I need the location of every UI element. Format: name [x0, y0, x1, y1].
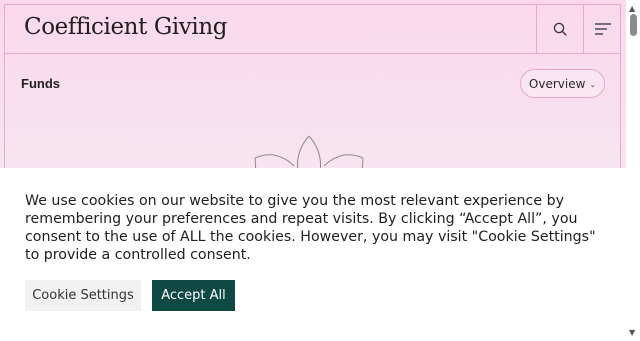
search-icon — [553, 22, 567, 36]
search-button[interactable] — [536, 4, 583, 53]
site-logo[interactable]: Coefficient Giving — [24, 14, 227, 40]
lotus-icon — [254, 135, 364, 172]
menu-button[interactable] — [583, 4, 621, 53]
overview-dropdown-label: Overview — [528, 76, 586, 91]
overview-dropdown[interactable]: Overview ⌄ — [520, 69, 605, 98]
accept-all-button[interactable]: Accept All — [152, 280, 235, 311]
menu-icon — [594, 22, 611, 35]
section-title: Funds — [21, 76, 60, 91]
cookie-message: We use cookies on our website to give yo… — [25, 193, 596, 263]
page-scrollbar[interactable]: ▲ ▼ — [626, 0, 640, 341]
site-header: Coefficient Giving — [4, 4, 621, 54]
scroll-down-arrow-icon[interactable]: ▼ — [629, 328, 635, 337]
cookie-settings-button[interactable]: Cookie Settings — [25, 280, 141, 311]
scroll-up-arrow-icon[interactable]: ▲ — [629, 4, 635, 13]
scroll-thumb[interactable] — [630, 14, 637, 36]
chevron-down-icon: ⌄ — [589, 79, 597, 89]
cookie-banner: We use cookies on our website to give yo… — [0, 168, 626, 341]
